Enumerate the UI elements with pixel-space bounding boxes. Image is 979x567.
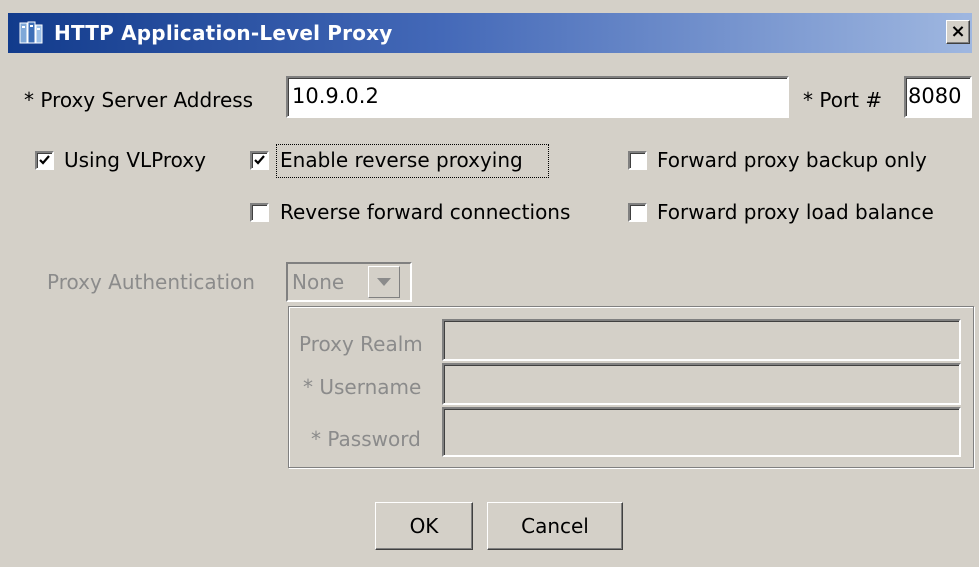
check-mark-icon	[254, 155, 265, 165]
proxy-realm-label: Proxy Realm	[299, 332, 423, 356]
title-bar[interactable]: HTTP Application-Level Proxy	[8, 13, 972, 53]
dropdown-button[interactable]	[368, 266, 400, 298]
enable-reverse-label[interactable]: Enable reverse proxying	[280, 148, 523, 172]
using-vlproxy-label[interactable]: Using VLProxy	[64, 148, 206, 172]
triangle-down-icon	[377, 278, 391, 286]
forward-backup-label[interactable]: Forward proxy backup only	[657, 148, 927, 172]
reverse-forward-label[interactable]: Reverse forward connections	[280, 200, 570, 224]
proxy-realm-input[interactable]	[442, 319, 961, 361]
proxy-app-icon	[19, 21, 43, 44]
forward-balance-checkbox[interactable]	[628, 203, 647, 222]
port-label: * Port #	[803, 88, 883, 112]
window-title: HTTP Application-Level Proxy	[54, 21, 393, 45]
proxy-auth-select[interactable]: None	[286, 262, 412, 302]
proxy-auth-selected: None	[292, 270, 345, 294]
proxy-address-input[interactable]: 10.9.0.2	[286, 76, 789, 118]
close-button[interactable]: ×	[946, 20, 970, 44]
using-vlproxy-checkbox[interactable]	[35, 151, 54, 170]
forward-backup-checkbox[interactable]	[628, 151, 647, 170]
close-icon: ×	[950, 21, 966, 42]
username-input[interactable]	[442, 363, 961, 405]
cancel-button[interactable]: Cancel	[487, 502, 623, 550]
enable-reverse-checkbox[interactable]	[250, 151, 269, 170]
ok-button[interactable]: OK	[375, 502, 473, 550]
port-input[interactable]: 8080	[904, 76, 972, 118]
reverse-forward-checkbox[interactable]	[250, 203, 269, 222]
proxy-auth-label: Proxy Authentication	[47, 270, 255, 294]
username-label: * Username	[303, 375, 422, 399]
forward-balance-label[interactable]: Forward proxy load balance	[657, 200, 934, 224]
password-input[interactable]	[442, 407, 961, 457]
proxy-address-label: * Proxy Server Address	[24, 88, 254, 112]
check-mark-icon	[39, 155, 50, 165]
password-label: * Password	[311, 427, 421, 451]
proxy-dialog: HTTP Application-Level Proxy × * Proxy S…	[0, 0, 979, 567]
